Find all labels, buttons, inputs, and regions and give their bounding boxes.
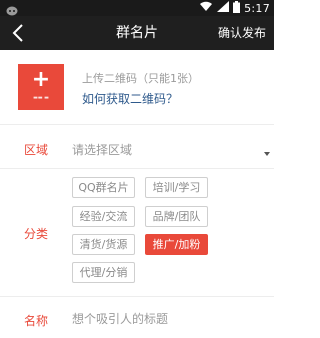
category-option-experience[interactable]: 经验/交流 bbox=[72, 206, 135, 227]
category-option-brand[interactable]: 品牌/团队 bbox=[145, 206, 208, 227]
signal-icon bbox=[217, 1, 230, 15]
qr-upload-section: + ▬▬ ▬ 上传二维码（只能1张） 如何获取二维码？ bbox=[0, 50, 274, 124]
category-option-training[interactable]: 培训/学习 bbox=[145, 177, 208, 198]
notification-icon bbox=[6, 2, 18, 16]
how-to-get-qr-link[interactable]: 如何获取二维码？ bbox=[82, 90, 178, 107]
divider bbox=[0, 168, 274, 169]
status-bar: 5:17 bbox=[0, 0, 274, 16]
category-label: 分类 bbox=[24, 227, 49, 241]
category-option-promotion[interactable]: 推广/加粉 bbox=[145, 234, 208, 255]
name-input[interactable] bbox=[72, 312, 262, 326]
status-time: 5:17 bbox=[244, 1, 270, 15]
dropdown-arrow-icon bbox=[264, 152, 270, 156]
plus-icon: + bbox=[31, 67, 51, 92]
category-option-qq-card[interactable]: QQ群名片 bbox=[72, 177, 135, 198]
upload-qr-button[interactable]: + ▬▬ ▬ bbox=[18, 64, 64, 110]
divider bbox=[0, 296, 274, 297]
category-option-agency[interactable]: 代理/分销 bbox=[72, 262, 135, 283]
divider bbox=[0, 124, 274, 125]
upload-button-caption-mark: ▬▬ ▬ bbox=[33, 95, 49, 101]
category-option-clearance[interactable]: 清货/货源 bbox=[72, 234, 135, 255]
name-label: 名称 bbox=[24, 314, 49, 328]
region-select[interactable]: 请选择区域 bbox=[72, 141, 132, 158]
region-label: 区域 bbox=[24, 143, 49, 157]
top-nav-bar: 群名片 确认发布 bbox=[0, 16, 274, 50]
upload-hint: 上传二维码（只能1张） bbox=[82, 72, 199, 85]
battery-icon bbox=[233, 0, 241, 16]
publish-button[interactable]: 确认发布 bbox=[218, 16, 266, 50]
wifi-icon bbox=[199, 1, 213, 15]
